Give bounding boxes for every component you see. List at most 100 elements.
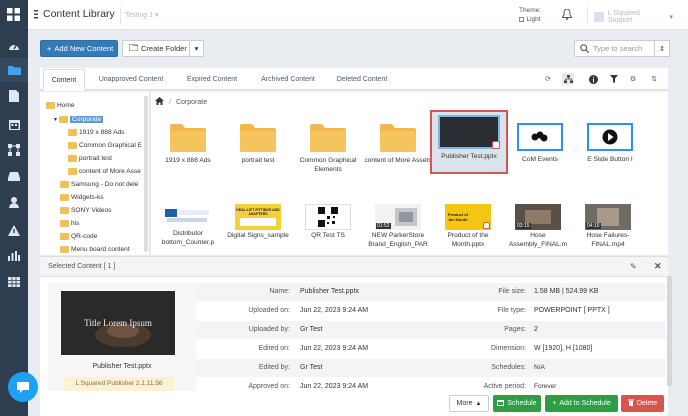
folder-plus-icon <box>128 43 139 53</box>
user-icon[interactable] <box>0 190 28 214</box>
content-tile[interactable]: E Slide Button I <box>575 120 645 165</box>
content-grid: / Corporate 1919 x 888 Ads portrait test… <box>151 92 668 255</box>
tree-node-sibling[interactable]: SONY Videos <box>60 205 111 216</box>
content-tile[interactable]: portrait test <box>223 120 293 166</box>
network-icon[interactable] <box>0 138 28 162</box>
sitemap-icon[interactable] <box>562 73 574 85</box>
pptx-badge-icon <box>483 222 490 229</box>
avatar <box>594 11 604 22</box>
video-duration: 01:52 <box>376 223 391 229</box>
breadcrumb-current[interactable]: Corporate <box>176 99 207 106</box>
table-icon[interactable] <box>0 270 28 294</box>
preview-image[interactable]: Title Lorem Ipsum <box>61 291 175 355</box>
home-icon[interactable] <box>155 97 164 107</box>
pin-icon[interactable]: ✎ <box>630 262 637 271</box>
hose-failures-video-thumbnail: 04:15 <box>585 204 631 230</box>
delete-label: Delete <box>636 400 658 407</box>
breadcrumb-separator: / <box>169 98 171 106</box>
tree-node-label: Widgets-ks <box>71 194 104 201</box>
tile-label: QR Test TS <box>311 232 345 239</box>
content-tile[interactable]: 1919 x 888 Ads <box>153 120 223 166</box>
tree-node-corporate[interactable]: ▾ Corporate <box>54 114 104 125</box>
refresh-icon[interactable]: ⟳ <box>542 73 554 85</box>
theme-toggle[interactable]: Theme: Light <box>519 6 541 24</box>
search-icon <box>580 44 589 53</box>
tab-content[interactable]: Content <box>43 69 85 91</box>
tree-node-child[interactable]: content of More Asse <box>68 166 141 177</box>
folder-icon <box>60 246 69 253</box>
content-tile[interactable]: DEAL-LIFT FITTINGS AND ADAPTERS Digital … <box>223 204 293 241</box>
tile-label: Product of the Month.pptx <box>447 232 489 248</box>
content-tile[interactable]: QR Test TS <box>293 204 363 241</box>
tile-label: content of More Assets <box>364 157 432 164</box>
theme-value: Light <box>526 16 541 23</box>
create-folder-dropdown[interactable]: ▾ <box>189 40 204 57</box>
folder-icon <box>60 233 69 240</box>
folder-icon <box>153 120 223 154</box>
property-key: Dimension: <box>490 345 526 352</box>
bell-icon[interactable] <box>560 8 574 22</box>
trash-icon <box>627 399 634 408</box>
content-tile[interactable]: 01:52 NEW ParkerStore Brand_English_PAR <box>363 204 433 249</box>
property-row: Edited by: Gr Test Schedules: N/A <box>196 359 666 377</box>
folder-tree-list: Home ▾ Corporate 1919 x 888 Ads Common Gr… <box>46 96 150 255</box>
property-row: Name: Publisher Test.pptx File size: 1.5… <box>196 283 666 301</box>
tab-archived-content[interactable]: Archived Content <box>253 68 323 90</box>
dashboard-icon[interactable] <box>0 34 28 58</box>
app-logo-icon[interactable] <box>7 8 20 23</box>
tab-expired-content[interactable]: Expired Content <box>177 68 247 90</box>
sort-order-icon[interactable]: ⇅ <box>648 73 660 85</box>
chat-bubble-icon[interactable] <box>8 372 38 402</box>
environment-select[interactable]: Testing 1 ▾ <box>120 7 168 25</box>
property-key: Name: <box>269 288 290 295</box>
content-properties: Name: Publisher Test.pptx File size: 1.5… <box>196 283 666 397</box>
close-icon[interactable]: ✕ <box>654 261 662 272</box>
tree-node-sibling[interactable]: Menu board content <box>60 244 130 255</box>
tab-deleted-content[interactable]: Deleted Content <box>327 68 397 90</box>
warning-icon[interactable] <box>0 218 28 242</box>
document-icon[interactable] <box>0 84 28 108</box>
filter-icon[interactable] <box>608 73 620 85</box>
tree-node-label: QR-code <box>71 233 98 240</box>
tree-node-home[interactable]: Home <box>46 100 75 111</box>
pptx-badge-icon <box>492 141 500 149</box>
schedule-label: Schedule <box>507 400 537 407</box>
create-folder-button[interactable]: Create Folder <box>122 40 190 57</box>
folder-nav-icon[interactable] <box>0 58 28 82</box>
more-button[interactable]: More ▲ <box>449 395 489 412</box>
content-tile[interactable]: Common Graphical Elements <box>293 120 363 174</box>
tree-node-sibling[interactable]: Widgets-ks <box>60 192 104 203</box>
panel-scrollbar[interactable] <box>667 276 672 386</box>
calendar-icon[interactable] <box>0 112 28 136</box>
folder-icon <box>363 120 433 154</box>
tree-node-child[interactable]: 1919 x 888 Ads <box>68 127 124 138</box>
content-tile[interactable]: 04:15 Hose Failures-FINAL.mp4 <box>573 204 643 249</box>
content-tile[interactable]: Distributor bottom_Counter.p <box>153 204 223 247</box>
add-to-schedule-button[interactable]: + Add to Schedule <box>545 395 618 412</box>
schedule-button[interactable]: Schedule <box>493 395 541 412</box>
caret-down-icon: ▾ <box>54 117 58 123</box>
tree-node-sibling[interactable]: QR-code <box>60 231 97 242</box>
tree-node-sibling[interactable]: Samsung - Do not dele <box>60 179 138 190</box>
top-header: Content Library Testing 1 ▾ Theme: Light… <box>28 0 688 30</box>
user-menu[interactable]: L Squared Support ▾ <box>587 7 673 24</box>
content-tile[interactable]: 03:15 Hose Assembly_FINAL.m <box>503 204 573 249</box>
tree-node-child[interactable]: Common Graphical E <box>68 140 142 151</box>
reports-chart-icon[interactable] <box>0 244 28 268</box>
sort-toggle-icon[interactable]: ⇕ <box>654 40 670 57</box>
tree-node-child[interactable]: portrait test <box>68 153 112 164</box>
property-value: Jun 22, 2023 9:24 AM <box>300 307 369 314</box>
tab-unapproved-content[interactable]: Unapproved Content <box>92 68 170 90</box>
info-icon[interactable] <box>587 73 599 85</box>
content-tile[interactable]: CoM Events <box>505 120 575 165</box>
content-tile[interactable]: Product of the Month Product of the Mont… <box>433 204 503 249</box>
drive-icon[interactable] <box>0 164 28 188</box>
search-placeholder: Type to search <box>593 44 643 53</box>
settings-gear-icon[interactable]: ⚙ <box>627 73 639 85</box>
content-tile[interactable]: content of More Assets <box>363 120 433 166</box>
content-tile-selected[interactable]: Publisher Test.pptx <box>430 110 508 174</box>
tree-node-sibling[interactable]: his <box>60 218 79 229</box>
delete-button[interactable]: Delete <box>621 395 664 412</box>
add-new-content-button[interactable]: + Add New Content <box>40 40 118 57</box>
add-new-content-label: Add New Content <box>54 44 114 53</box>
